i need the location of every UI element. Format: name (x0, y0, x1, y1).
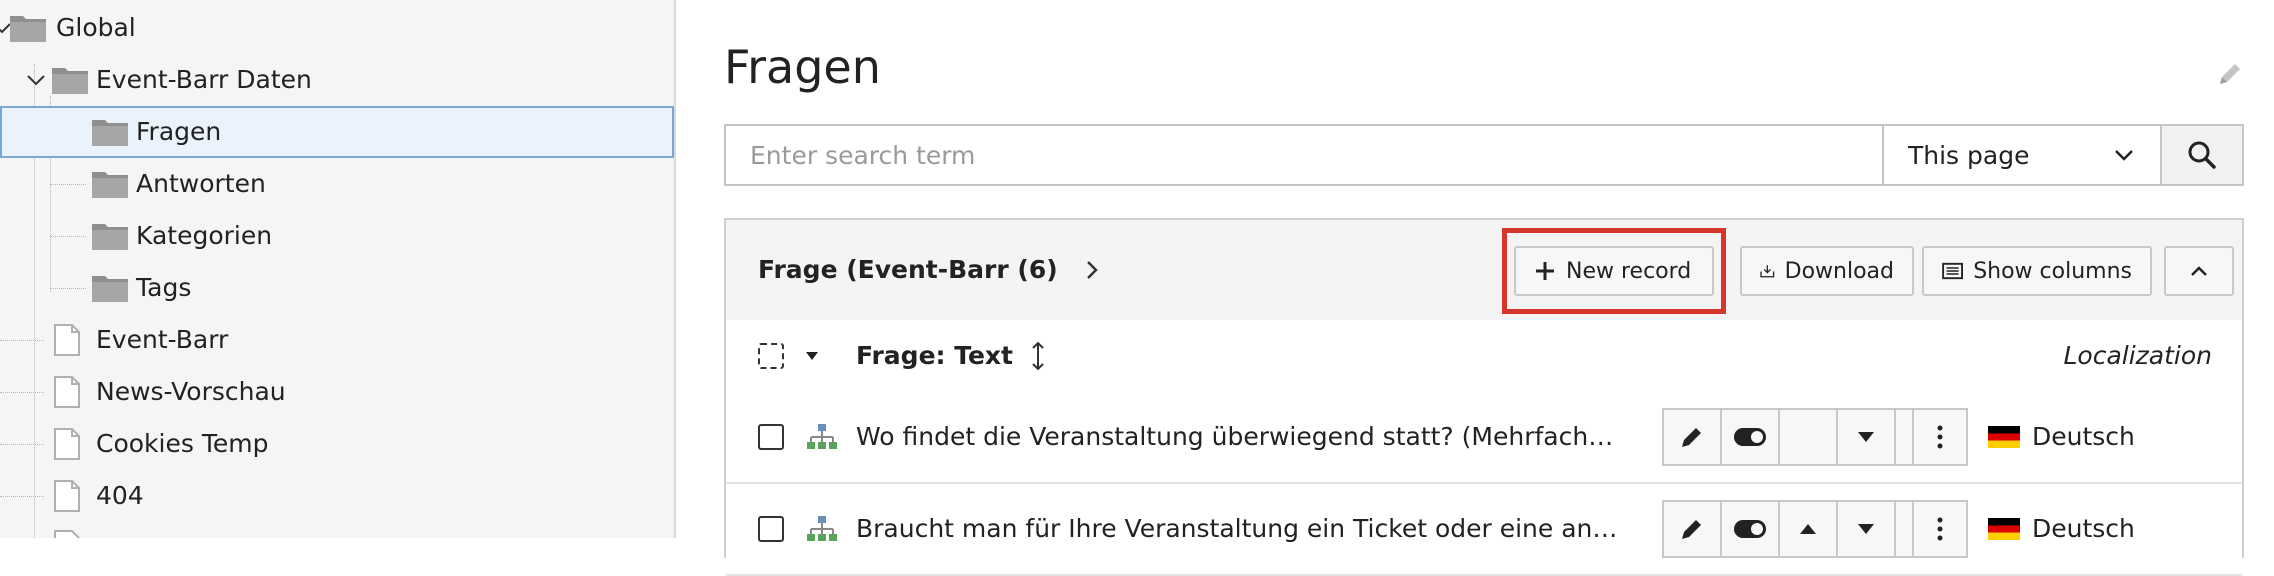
collapse-button[interactable] (2164, 246, 2234, 296)
page-icon (54, 324, 80, 356)
move-down-button[interactable] (1836, 408, 1894, 466)
tree-item-label: Kategorien (136, 221, 273, 250)
pencil-icon[interactable] (2214, 58, 2246, 90)
chevron-down-icon[interactable] (24, 68, 48, 92)
tree-item-label: Event-Barr Daten (96, 65, 312, 94)
chevron-up-icon (2191, 266, 2207, 276)
tree-item-label: Antworten (136, 169, 266, 198)
toggle-icon (1734, 520, 1766, 538)
table-row: Wo findet die Veranstaltung überwiegend … (726, 392, 2242, 484)
tree-item-event-barr[interactable]: Event-Barr (0, 314, 674, 366)
chevron-down-icon[interactable] (804, 350, 820, 362)
record-list-panel: Frage (Event-Barr (6) New record Downloa… (724, 218, 2244, 576)
tree-item-cookies-temp[interactable]: Cookies Temp (0, 418, 674, 470)
tree-item-label: Event-Barr (96, 325, 229, 354)
row-action-group (1662, 408, 1952, 466)
tree-icon (807, 424, 837, 449)
table-row: Braucht man für Ihre Veranstaltung ein T… (726, 484, 2242, 576)
tree-item-news-vorschau[interactable]: News-Vorschau (0, 366, 674, 418)
show-columns-button[interactable]: Show columns (1922, 246, 2152, 296)
search-scope-select[interactable]: This page (1882, 124, 2160, 186)
page-tree: Global Event-Barr Daten Fragen Antworten… (0, 0, 676, 538)
sort-icon[interactable] (1030, 340, 1046, 372)
folder-icon (92, 120, 128, 146)
search-icon (2188, 141, 2216, 169)
search-scope-value: This page (1908, 140, 2030, 170)
more-icon (1937, 425, 1943, 449)
localization-header: Localization (2063, 341, 2212, 370)
tree-item-antworten[interactable]: Antworten (0, 158, 674, 210)
edit-button[interactable] (1662, 408, 1720, 466)
select-all-checkbox[interactable] (758, 343, 784, 369)
tree-item-404[interactable]: 404 (0, 470, 674, 522)
tree-item-label: Global (56, 13, 136, 42)
pencil-icon (1682, 520, 1701, 539)
page-title: Fragen (724, 40, 881, 94)
plus-icon (1536, 262, 1554, 280)
columns-icon (1942, 262, 1963, 280)
folder-icon (10, 16, 46, 42)
tree-item-label: Cookies Temp (96, 429, 269, 458)
move-up-button[interactable] (1778, 408, 1836, 466)
download-button[interactable]: Download (1740, 246, 1914, 296)
flag-de-icon (1988, 518, 2020, 540)
page-icon (54, 376, 80, 408)
tree-icon (807, 516, 837, 541)
row-text[interactable]: Braucht man für Ihre Veranstaltung ein T… (856, 484, 1626, 574)
download-icon (1760, 265, 1775, 278)
more-icon (1937, 517, 1943, 541)
tree-item-kategorien[interactable]: Kategorien (0, 210, 674, 262)
search-bar: This page (724, 124, 2244, 186)
folder-icon (92, 172, 128, 198)
chevron-right-icon[interactable] (1082, 258, 1102, 282)
tree-item-global[interactable]: Global (0, 2, 674, 54)
language-label: Deutsch (2032, 514, 2135, 543)
tree-item-label: Tags (136, 273, 192, 302)
more-actions-button[interactable] (1912, 500, 1968, 558)
new-record-button[interactable]: New record (1514, 246, 1714, 296)
tree-item-label: News-Vorschau (96, 377, 286, 406)
toggle-visibility-button[interactable] (1720, 408, 1778, 466)
chevron-down-icon (2115, 150, 2133, 161)
search-input[interactable] (724, 124, 1882, 186)
language-label: Deutsch (2032, 422, 2135, 451)
panel-header: Frage (Event-Barr (6) New record Downloa… (726, 220, 2242, 322)
flag-de-icon (1988, 426, 2020, 448)
edit-button[interactable] (1662, 500, 1720, 558)
folder-icon (52, 68, 88, 94)
tree-item-event-barr-daten[interactable]: Event-Barr Daten (0, 54, 674, 106)
row-text[interactable]: Wo findet die Veranstaltung überwiegend … (856, 392, 1626, 482)
more-actions-button[interactable] (1912, 408, 1968, 466)
page-icon (54, 480, 80, 512)
row-language: Deutsch (1988, 392, 2135, 482)
move-down-button[interactable] (1836, 500, 1894, 558)
row-action-group (1662, 500, 1952, 558)
show-columns-label: Show columns (1973, 258, 2132, 284)
folder-icon (92, 224, 128, 250)
tree-item-label: 404 (96, 481, 144, 510)
search-button[interactable] (2160, 124, 2244, 186)
arrow-down-icon (1858, 432, 1874, 442)
move-up-button[interactable] (1778, 500, 1836, 558)
panel-title[interactable]: Frage (Event-Barr (6) (758, 220, 1058, 320)
row-checkbox[interactable] (758, 424, 784, 450)
main-content: Fragen This page Frage (Event-Barr (6) N… (676, 0, 2274, 576)
download-label: Download (1784, 258, 1894, 284)
arrow-down-icon (1858, 524, 1874, 534)
row-checkbox[interactable] (758, 516, 784, 542)
page-icon (54, 530, 80, 538)
page-icon (54, 428, 80, 460)
tree-item-fragen[interactable]: Fragen (0, 106, 674, 158)
folder-icon (92, 276, 128, 302)
new-record-label: New record (1566, 258, 1692, 284)
toggle-icon (1734, 428, 1766, 446)
tree-item-tags[interactable]: Tags (0, 262, 674, 314)
column-title[interactable]: Frage: Text (856, 320, 1013, 392)
arrow-up-icon (1800, 524, 1816, 534)
column-header-row: Frage: Text Localization (726, 320, 2242, 394)
toggle-visibility-button[interactable] (1720, 500, 1778, 558)
tree-item-label: Fragen (136, 117, 222, 146)
pencil-icon (1682, 428, 1701, 447)
row-language: Deutsch (1988, 484, 2135, 574)
